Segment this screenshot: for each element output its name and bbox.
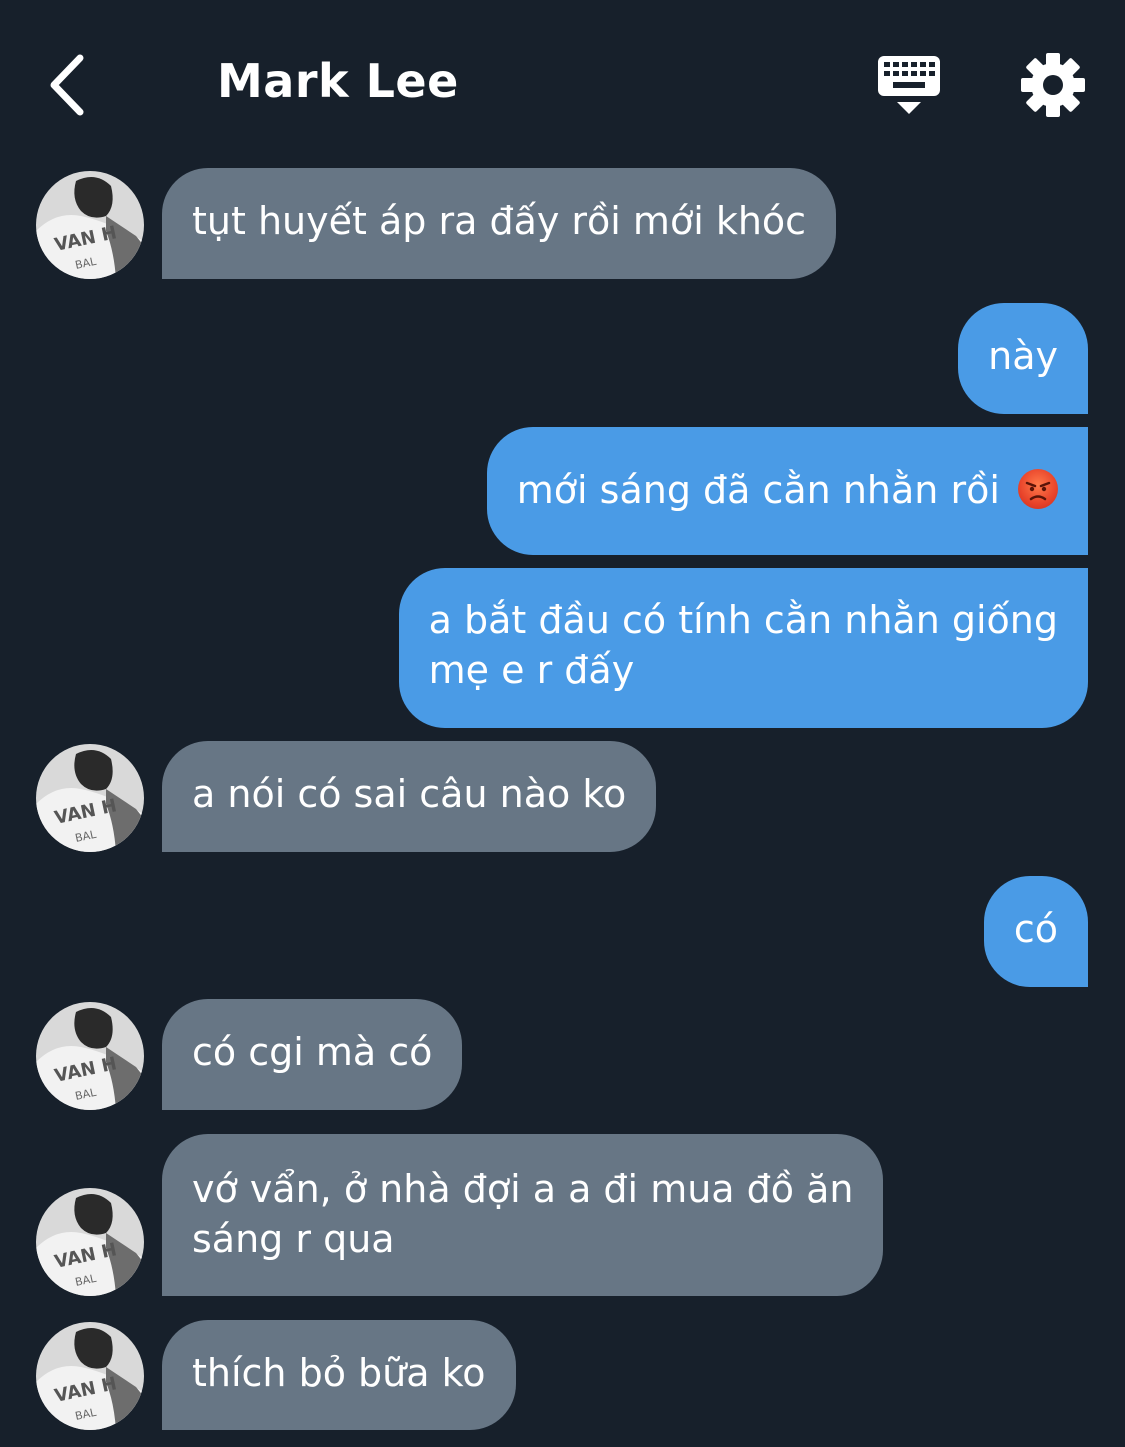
- message-bubble-outgoing[interactable]: có: [983, 876, 1088, 987]
- chat-screen: Mark Lee VAN H BAL tụt huyết áp ra đấy r…: [0, 0, 1125, 1447]
- avatar-photo: VAN H BAL: [36, 744, 144, 852]
- contact-avatar[interactable]: VAN H BAL: [36, 1188, 144, 1296]
- message-text-line: mẹ e r đấy: [428, 648, 635, 692]
- message-text: này: [988, 334, 1058, 378]
- message-bubble-incoming[interactable]: a nói có sai câu nào ko: [162, 741, 657, 852]
- message-text: tụt huyết áp ra đấy rồi mới khóc: [192, 199, 807, 243]
- message-text-line: sáng r qua: [192, 1217, 395, 1261]
- message-text: có cgi mà có: [192, 1030, 433, 1074]
- message-text: thích bỏ bữa ko: [192, 1351, 486, 1395]
- chevron-left-icon: [50, 54, 84, 116]
- chat-header: Mark Lee: [0, 0, 1125, 160]
- message-bubble-incoming[interactable]: thích bỏ bữa ko: [162, 1320, 516, 1430]
- contact-avatar[interactable]: VAN H BAL: [36, 1322, 144, 1430]
- settings-button[interactable]: [1020, 52, 1086, 118]
- message-text-line: vớ vẩn, ở nhà đợi a a đi mua đồ ăn: [192, 1167, 854, 1211]
- message-text: mới sáng đã cằn nhằn rồi: [516, 468, 1000, 512]
- contact-name[interactable]: Mark Lee: [217, 54, 459, 108]
- message-bubble-incoming[interactable]: tụt huyết áp ra đấy rồi mới khóc: [162, 168, 837, 279]
- angry-face-emoji: [1018, 469, 1058, 509]
- message-bubble-incoming[interactable]: có cgi mà có: [162, 999, 463, 1110]
- contact-avatar[interactable]: VAN H BAL: [36, 1002, 144, 1110]
- message-text: a nói có sai câu nào ko: [192, 772, 627, 816]
- message-bubble-outgoing[interactable]: a bắt đầu có tính cằn nhằn giống mẹ e r …: [398, 568, 1088, 728]
- gear-icon: [1021, 53, 1085, 117]
- avatar-photo: VAN H BAL: [36, 171, 144, 279]
- avatar-photo: VAN H BAL: [36, 1322, 144, 1430]
- avatar-photo: VAN H BAL: [36, 1002, 144, 1110]
- message-bubble-outgoing[interactable]: này: [958, 303, 1088, 414]
- message-bubble-incoming[interactable]: vớ vẩn, ở nhà đợi a a đi mua đồ ăn sáng …: [162, 1134, 884, 1296]
- contact-avatar[interactable]: VAN H BAL: [36, 171, 144, 279]
- contact-avatar[interactable]: VAN H BAL: [36, 744, 144, 852]
- message-bubble-outgoing[interactable]: mới sáng đã cằn nhằn rồi: [486, 427, 1088, 555]
- message-text: có: [1013, 907, 1058, 951]
- avatar-photo: VAN H BAL: [36, 1188, 144, 1296]
- message-text-line: a bắt đầu có tính cằn nhằn giống: [428, 598, 1058, 642]
- keyboard-button[interactable]: [873, 52, 945, 120]
- back-button[interactable]: [40, 50, 96, 120]
- keyboard-hide-icon: [878, 56, 940, 114]
